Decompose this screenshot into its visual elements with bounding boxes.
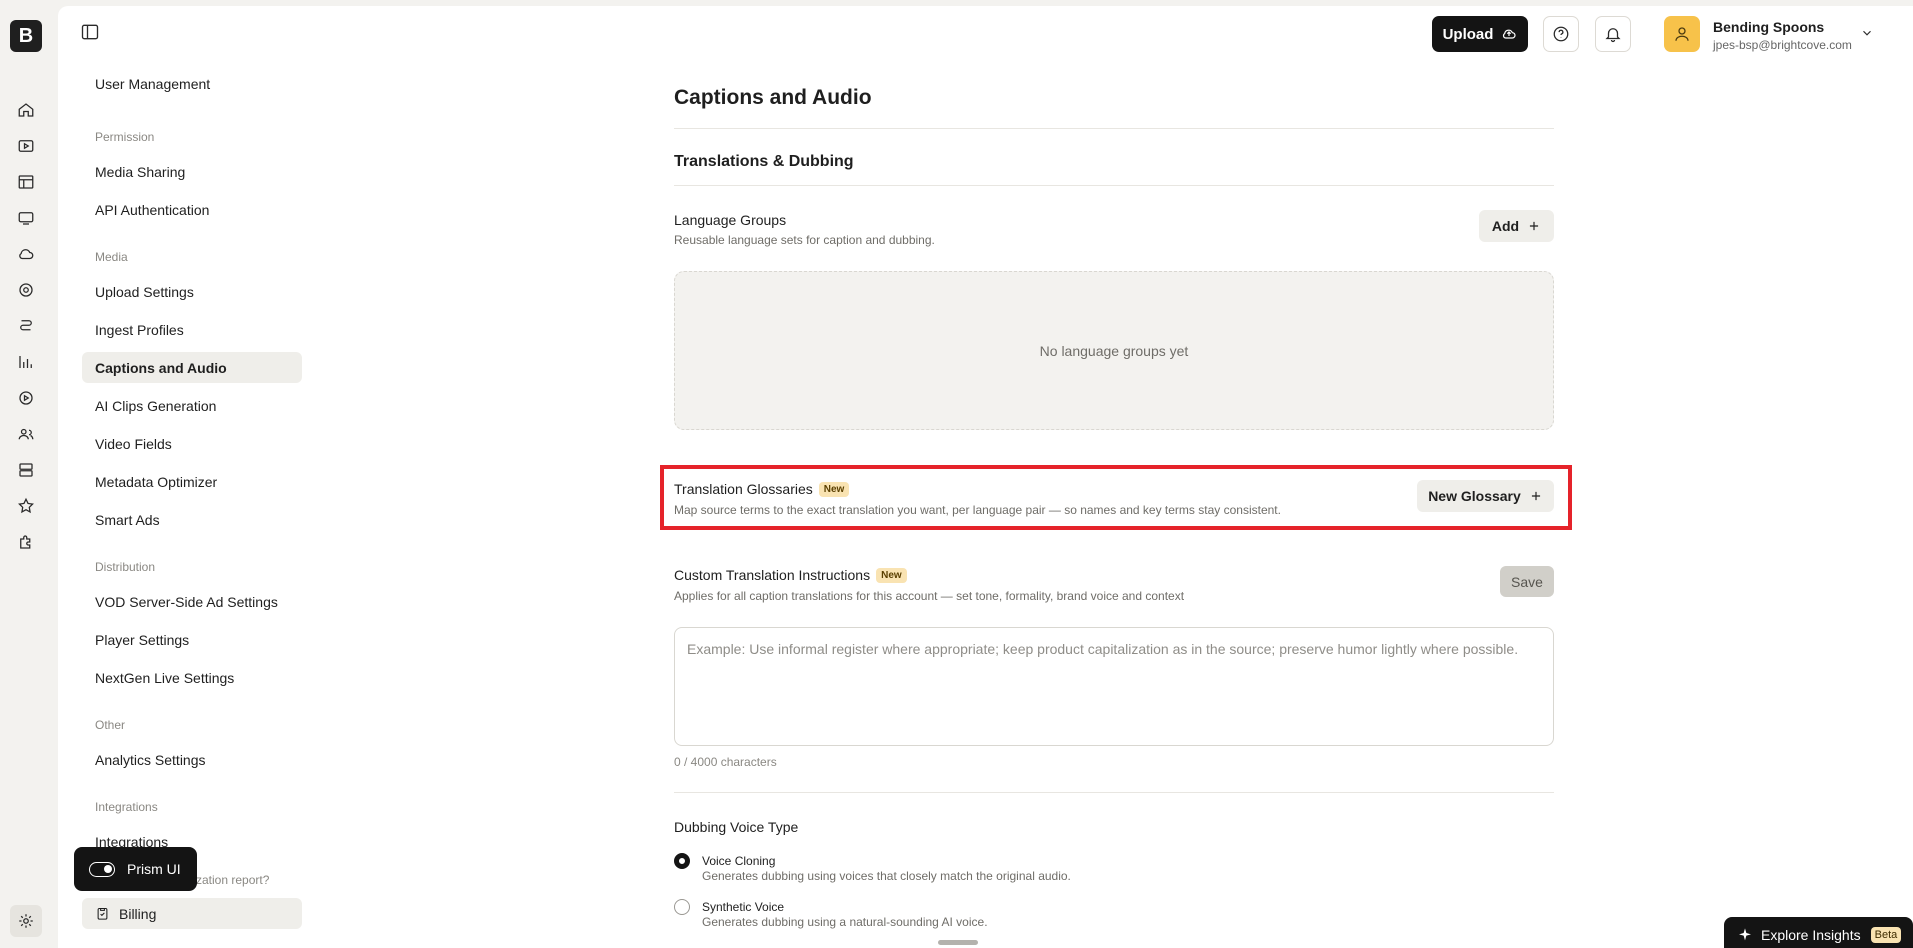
explore-label: Explore Insights xyxy=(1761,927,1861,943)
report-peek-text[interactable]: zation report? xyxy=(196,873,269,887)
nav-item-vod-ssai[interactable]: VOD Server-Side Ad Settings xyxy=(82,586,302,617)
synthetic-voice-desc: Generates dubbing using a natural-soundi… xyxy=(702,915,988,929)
library-icon[interactable] xyxy=(15,171,37,193)
sparkle-icon xyxy=(1739,928,1751,941)
synthetic-voice-label[interactable]: Synthetic Voice xyxy=(702,900,784,914)
cloud-icon[interactable] xyxy=(15,243,37,265)
upload-button[interactable]: Upload xyxy=(1432,16,1528,52)
brightcove-logo[interactable]: B xyxy=(10,20,42,52)
dubbing-voice-title-text: Dubbing Voice Type xyxy=(674,819,799,835)
highlight-box xyxy=(660,465,1572,530)
custom-instructions-desc: Applies for all caption translations for… xyxy=(674,589,1185,603)
clipboard-icon xyxy=(97,907,108,920)
divider xyxy=(674,792,1554,793)
scroll-indicator[interactable] xyxy=(938,940,978,945)
custom-instructions-textarea[interactable]: Example: Use informal register where app… xyxy=(674,627,1554,746)
nav-item-captions-audio[interactable]: Captions and Audio xyxy=(82,352,302,383)
nav-item-analytics-settings[interactable]: Analytics Settings xyxy=(82,744,302,775)
media-icon[interactable] xyxy=(15,135,37,157)
nav-item-nextgen-live[interactable]: NextGen Live Settings xyxy=(82,662,302,693)
home-icon[interactable] xyxy=(15,99,37,121)
divider xyxy=(674,128,1554,129)
add-language-group-button[interactable]: Add xyxy=(1479,210,1554,242)
new-badge: New xyxy=(876,567,907,583)
nav-item-api-authentication[interactable]: API Authentication xyxy=(82,194,302,225)
bell-icon xyxy=(1605,28,1621,43)
analytics-icon[interactable] xyxy=(15,351,37,373)
player-icon[interactable] xyxy=(15,387,37,409)
save-button[interactable]: Save xyxy=(1500,566,1554,597)
notifications-button[interactable] xyxy=(1595,16,1631,52)
empty-state-text: No language groups yet xyxy=(1039,342,1189,359)
toggle-switch[interactable] xyxy=(89,861,115,877)
voice-cloning-label[interactable]: Voice Cloning xyxy=(702,854,775,868)
nav-item-ai-clips[interactable]: AI Clips Generation xyxy=(82,390,302,421)
dubbing-voice-title: Dubbing Voice Type xyxy=(674,819,798,835)
live-icon[interactable] xyxy=(15,207,37,229)
section-title: Translations & Dubbing xyxy=(674,153,854,170)
nav-section-media: Media xyxy=(95,250,128,264)
nav-section-integrations: Integrations xyxy=(95,800,158,814)
nav-item-ingest-profiles[interactable]: Ingest Profiles xyxy=(82,314,302,345)
nav-section-other: Other xyxy=(95,718,126,732)
storage-icon[interactable] xyxy=(15,459,37,481)
nav-item-user-management[interactable]: User Management xyxy=(82,78,302,92)
avatar[interactable] xyxy=(1664,16,1700,52)
settings-gear-icon[interactable] xyxy=(10,905,42,937)
ai-icon[interactable] xyxy=(15,315,37,337)
user-icon xyxy=(1675,27,1689,41)
language-groups-title: Language Groups xyxy=(674,212,786,228)
beta-badge: Beta xyxy=(1870,927,1902,943)
language-groups-desc: Reusable language sets for caption and d… xyxy=(674,233,935,247)
explore-insights-button[interactable]: Explore Insights Beta xyxy=(1724,917,1913,948)
char-count: 0 / 4000 characters xyxy=(674,755,777,769)
left-rail: B xyxy=(0,0,58,948)
nav-section-permission: Permission xyxy=(95,130,155,144)
language-groups-empty-state: No language groups yet xyxy=(674,271,1554,430)
custom-instructions-title-text: Custom Translation Instructions xyxy=(674,567,871,583)
puzzle-icon[interactable] xyxy=(15,531,37,553)
nav-item-billing[interactable]: Billing xyxy=(82,898,302,929)
upload-label: Upload xyxy=(1442,25,1494,43)
help-icon xyxy=(1553,26,1569,42)
custom-instructions-title: Custom Translation Instructions New xyxy=(674,567,907,583)
nav-item-metadata-optimizer[interactable]: Metadata Optimizer xyxy=(82,466,302,497)
nav-item-player-settings[interactable]: Player Settings xyxy=(82,624,302,655)
nav-section-distribution: Distribution xyxy=(95,560,156,574)
help-button[interactable] xyxy=(1543,16,1579,52)
nav-item-video-fields[interactable]: Video Fields xyxy=(82,428,302,459)
billing-label: Billing xyxy=(119,905,157,922)
voice-cloning-radio[interactable] xyxy=(674,853,690,869)
language-groups-title-text: Language Groups xyxy=(674,212,787,228)
users-icon[interactable] xyxy=(15,423,37,445)
audience-icon[interactable] xyxy=(15,279,37,301)
plus-icon xyxy=(1530,221,1539,231)
nav-item-smart-ads[interactable]: Smart Ads xyxy=(82,504,302,535)
nav-item-media-sharing[interactable]: Media Sharing xyxy=(82,156,302,187)
nav-item-upload-settings[interactable]: Upload Settings xyxy=(82,276,302,307)
user-name[interactable]: Bending Spoons xyxy=(1713,19,1824,35)
prism-label: Prism UI xyxy=(127,861,181,877)
synthetic-voice-radio[interactable] xyxy=(674,899,690,915)
star-icon[interactable] xyxy=(15,495,37,517)
sidebar-toggle-icon[interactable] xyxy=(80,22,102,44)
user-email: jpes-bsp@brightcove.com xyxy=(1713,38,1852,52)
prism-ui-toggle[interactable]: Prism UI xyxy=(74,847,197,891)
page-title: Captions and Audio xyxy=(674,86,872,109)
divider xyxy=(674,185,1554,186)
add-label: Add xyxy=(1491,218,1520,234)
chevron-down-icon[interactable] xyxy=(1860,26,1874,40)
voice-cloning-desc: Generates dubbing using voices that clos… xyxy=(702,869,1071,883)
upload-cloud-icon xyxy=(1503,29,1516,39)
